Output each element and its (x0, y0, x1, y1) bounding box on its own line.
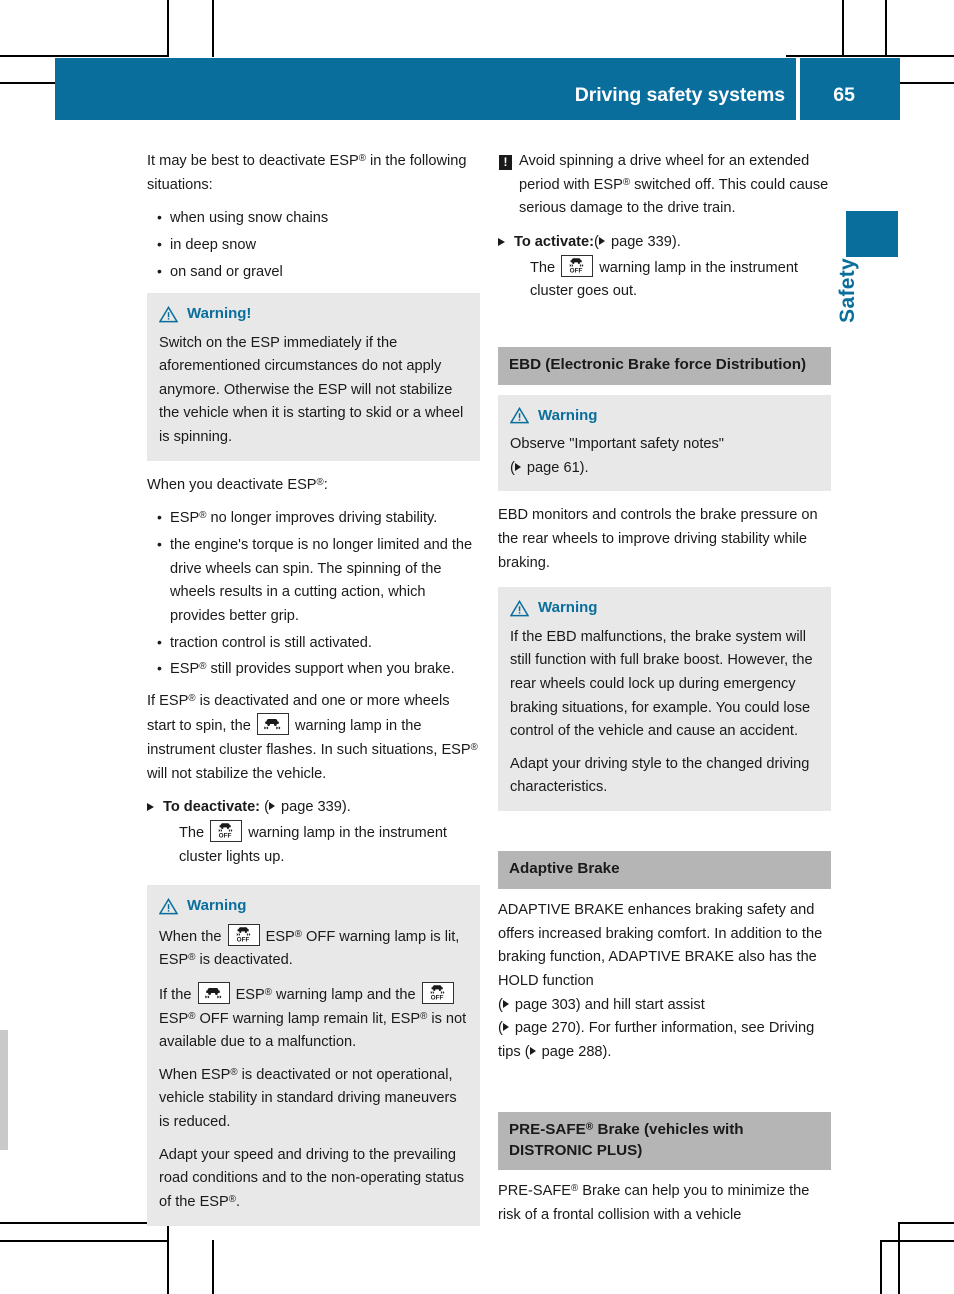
warning-title: Warning (538, 406, 598, 424)
cropmark-top-left-v2 (212, 0, 214, 57)
cropmark-top-left-v (167, 0, 169, 57)
reference-arrow-icon (529, 1046, 536, 1055)
svg-text:OFF: OFF (430, 994, 443, 1001)
warning-title: Warning (187, 897, 247, 915)
esp-warning-lamp-icon (197, 981, 230, 1004)
warning-triangle-icon (159, 897, 178, 915)
list-item: traction control is still activated. (157, 631, 480, 656)
svg-text:OFF: OFF (570, 267, 583, 274)
situations-list: when using snow chains in deep snow on s… (147, 206, 480, 285)
esp-warning-lamp-icon (256, 713, 289, 736)
esp-off-warning-lamp-icon: OFF (561, 254, 594, 277)
list-item: in deep snow (157, 233, 480, 258)
warning-paragraph: If the ESP® warning lamp and the OFF ESP… (159, 981, 468, 1055)
svg-text:OFF: OFF (219, 832, 232, 839)
deactivate-effects-list: ESP® no longer improves driving stabilit… (147, 506, 480, 682)
cropmark-top-left-h (0, 55, 168, 57)
section-heading-adaptive-brake: Adaptive Brake (498, 851, 831, 890)
reference-arrow-icon (502, 999, 509, 1008)
list-item: when using snow chains (157, 206, 480, 231)
reference-arrow-icon (598, 236, 605, 245)
warning-box-switch-on-esp: Warning! Switch on the ESP immediately i… (147, 293, 480, 461)
step-label: To activate: (514, 233, 595, 250)
warning-header: Warning! (159, 302, 468, 326)
cropmark-bottom-right-h2 (880, 1240, 954, 1242)
note-avoid-spinning: ! Avoid spinning a drive wheel for an ext… (498, 150, 831, 221)
step-label: To deactivate: (163, 799, 261, 816)
cropmark-bottom-right-h (898, 1222, 954, 1224)
page-edge-marker (0, 1030, 8, 1150)
section-heading-presafe-brake: PRE-SAFE® Brake (vehicles with DISTRONIC… (498, 1111, 831, 1171)
warning-box-ebd-malfunction: Warning If the EBD malfunctions, the bra… (498, 587, 831, 812)
page-header-bar: Driving safety systems 65 (55, 58, 900, 120)
warning-title: Warning (538, 599, 598, 617)
intro-paragraph: It may be best to deactivate ESP® in the… (147, 152, 467, 193)
warning-triangle-icon (510, 407, 529, 424)
step-detail: The OFF warning lamp in the instrument c… (514, 254, 831, 304)
reference-arrow-icon (502, 1023, 509, 1032)
warning-paragraph: Adapt your speed and driving to the prev… (159, 1146, 465, 1211)
warning-triangle-icon (159, 305, 178, 323)
reference-arrow-icon (268, 802, 275, 811)
list-item: ESP® no longer improves driving stabilit… (157, 506, 480, 531)
page-reference: ( page 339). (264, 799, 351, 816)
warning-triangle-icon (510, 599, 529, 617)
page-reference: ( page 339). (594, 233, 681, 250)
step-detail: The OFF warning lamp in the instrument c… (163, 820, 480, 869)
cropmark-bottom-left-h2 (0, 1240, 168, 1242)
cropmark-bottom-left-h (0, 1222, 168, 1224)
section-heading-ebd: EBD (Electronic Brake force Distribution… (498, 346, 831, 385)
warning-box-esp-off-lamp: Warning When the OFF ESP® OFF warning la… (147, 885, 480, 1226)
page-title: Driving safety systems (574, 84, 785, 106)
header-divider (796, 58, 800, 120)
left-column: It may be best to deactivate ESP® in the… (147, 150, 480, 1239)
esp-off-warning-lamp-icon: OFF (421, 981, 454, 1004)
warning-paragraph: Adapt your driving style to the changed … (510, 755, 810, 796)
adaptive-brake-paragraph: ADAPTIVE BRAKE enhances braking safety a… (498, 902, 823, 1060)
page-number: 65 (833, 84, 855, 106)
esp-off-warning-lamp-icon: OFF (227, 923, 260, 946)
cropmark-bottom-left-v2 (212, 1240, 214, 1294)
warning-paragraph: When the OFF ESP® OFF warning lamp is li… (159, 923, 468, 973)
cropmark-bottom-right-v (898, 1222, 900, 1294)
warning-header: Warning (510, 596, 819, 620)
warning-header: Warning (159, 894, 468, 918)
reference-arrow-icon (514, 462, 521, 471)
flash-paragraph: If ESP® is deactivated and one or more w… (147, 692, 478, 782)
warning-body: Switch on the ESP immediately if the afo… (159, 334, 464, 446)
esp-off-warning-lamp-icon: OFF (210, 820, 243, 843)
warning-header: Warning (510, 404, 819, 428)
cropmark-top-right-v (885, 0, 887, 57)
right-column: ! Avoid spinning a drive wheel for an ext… (498, 150, 831, 1238)
deactivate-intro: When you deactivate ESP®: (147, 476, 328, 493)
warning-paragraph: If the EBD malfunctions, the brake syste… (510, 628, 813, 740)
step-deactivate: To deactivate: ( page 339). The OFF warn… (147, 796, 480, 869)
list-item: on sand or gravel (157, 260, 480, 285)
cropmark-top-right-v2 (842, 0, 844, 57)
warning-paragraph: When ESP® is deactivated or not operatio… (159, 1066, 457, 1131)
cropmark-top-right-h (786, 55, 954, 57)
warning-title: Warning! (187, 305, 252, 323)
cropmark-bottom-right-v2 (880, 1240, 882, 1294)
warning-box-ebd-safety-notes: Warning Observe "Important safety notes"… (498, 394, 831, 492)
list-item: the engine's torque is no longer limited… (157, 533, 480, 629)
exclamation-square-icon: ! (499, 155, 512, 170)
svg-text:OFF: OFF (236, 936, 249, 943)
presafe-brake-paragraph: PRE-SAFE® Brake can help you to minimize… (498, 1183, 810, 1224)
step-activate: To activate:( page 339). The OFF warning… (498, 231, 831, 304)
ebd-body-paragraph: EBD monitors and controls the brake pres… (498, 507, 818, 571)
warning-body: Observe "Important safety notes"( page 6… (510, 436, 724, 476)
list-item: ESP® still provides support when you bra… (157, 657, 480, 682)
chapter-thumb-label: Safety (836, 258, 859, 323)
chapter-thumb-marker (846, 211, 898, 257)
